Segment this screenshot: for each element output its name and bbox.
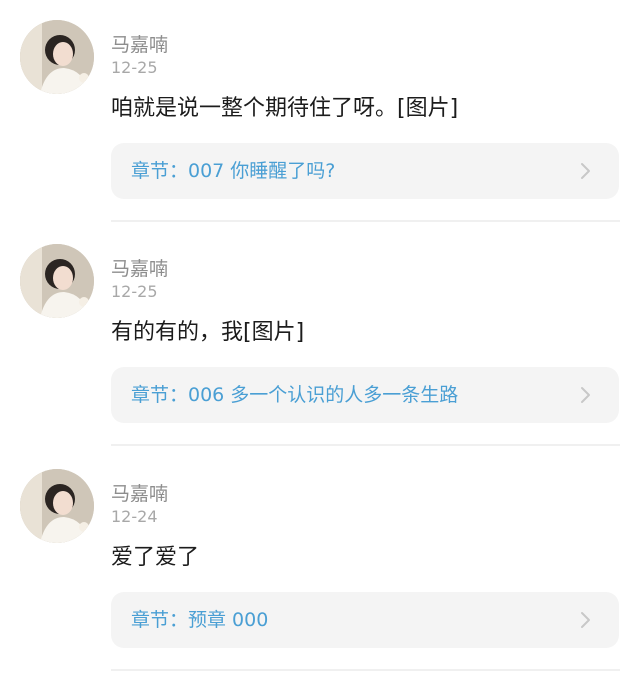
comment-date: 12-24 (111, 507, 158, 526)
avatar-image (20, 244, 94, 318)
comment-text: 有的有的，我[图片] (111, 320, 305, 345)
chapter-label: 章节：007 你睡醒了吗? (131, 160, 336, 182)
avatar-image (20, 20, 94, 94)
chevron-right-icon (581, 612, 590, 628)
chapter-link-card[interactable]: 章节：006 多一个认识的人多一条生路 (111, 367, 619, 423)
avatar[interactable] (20, 244, 94, 318)
divider (111, 220, 620, 222)
comment-feed: 马嘉喃 12-25 咱就是说一整个期待住了呀。[图片] 章节：007 你睡醒了吗… (0, 0, 640, 694)
comment-item: 马嘉喃 12-24 爱了爱了 章节：预章 000 (0, 449, 640, 673)
username[interactable]: 马嘉喃 (111, 34, 168, 56)
chapter-label: 章节：预章 000 (131, 609, 269, 631)
chapter-link-card[interactable]: 章节：预章 000 (111, 592, 619, 648)
chevron-right-icon (581, 387, 590, 403)
comment-date: 12-25 (111, 58, 158, 77)
chevron-right-icon (581, 163, 590, 179)
avatar-image (20, 469, 94, 543)
comment-item: 马嘉喃 12-25 咱就是说一整个期待住了呀。[图片] 章节：007 你睡醒了吗… (0, 0, 640, 224)
avatar[interactable] (20, 20, 94, 94)
comment-text: 爱了爱了 (111, 545, 200, 570)
divider (111, 444, 620, 446)
comment-item: 马嘉喃 12-25 有的有的，我[图片] 章节：006 多一个认识的人多一条生路 (0, 224, 640, 448)
avatar[interactable] (20, 469, 94, 543)
comment-date: 12-25 (111, 282, 158, 301)
divider (111, 669, 620, 671)
chapter-link-card[interactable]: 章节：007 你睡醒了吗? (111, 143, 619, 199)
chapter-label: 章节：006 多一个认识的人多一条生路 (131, 384, 459, 406)
username[interactable]: 马嘉喃 (111, 258, 168, 280)
comment-text: 咱就是说一整个期待住了呀。[图片] (111, 96, 459, 121)
username[interactable]: 马嘉喃 (111, 483, 168, 505)
